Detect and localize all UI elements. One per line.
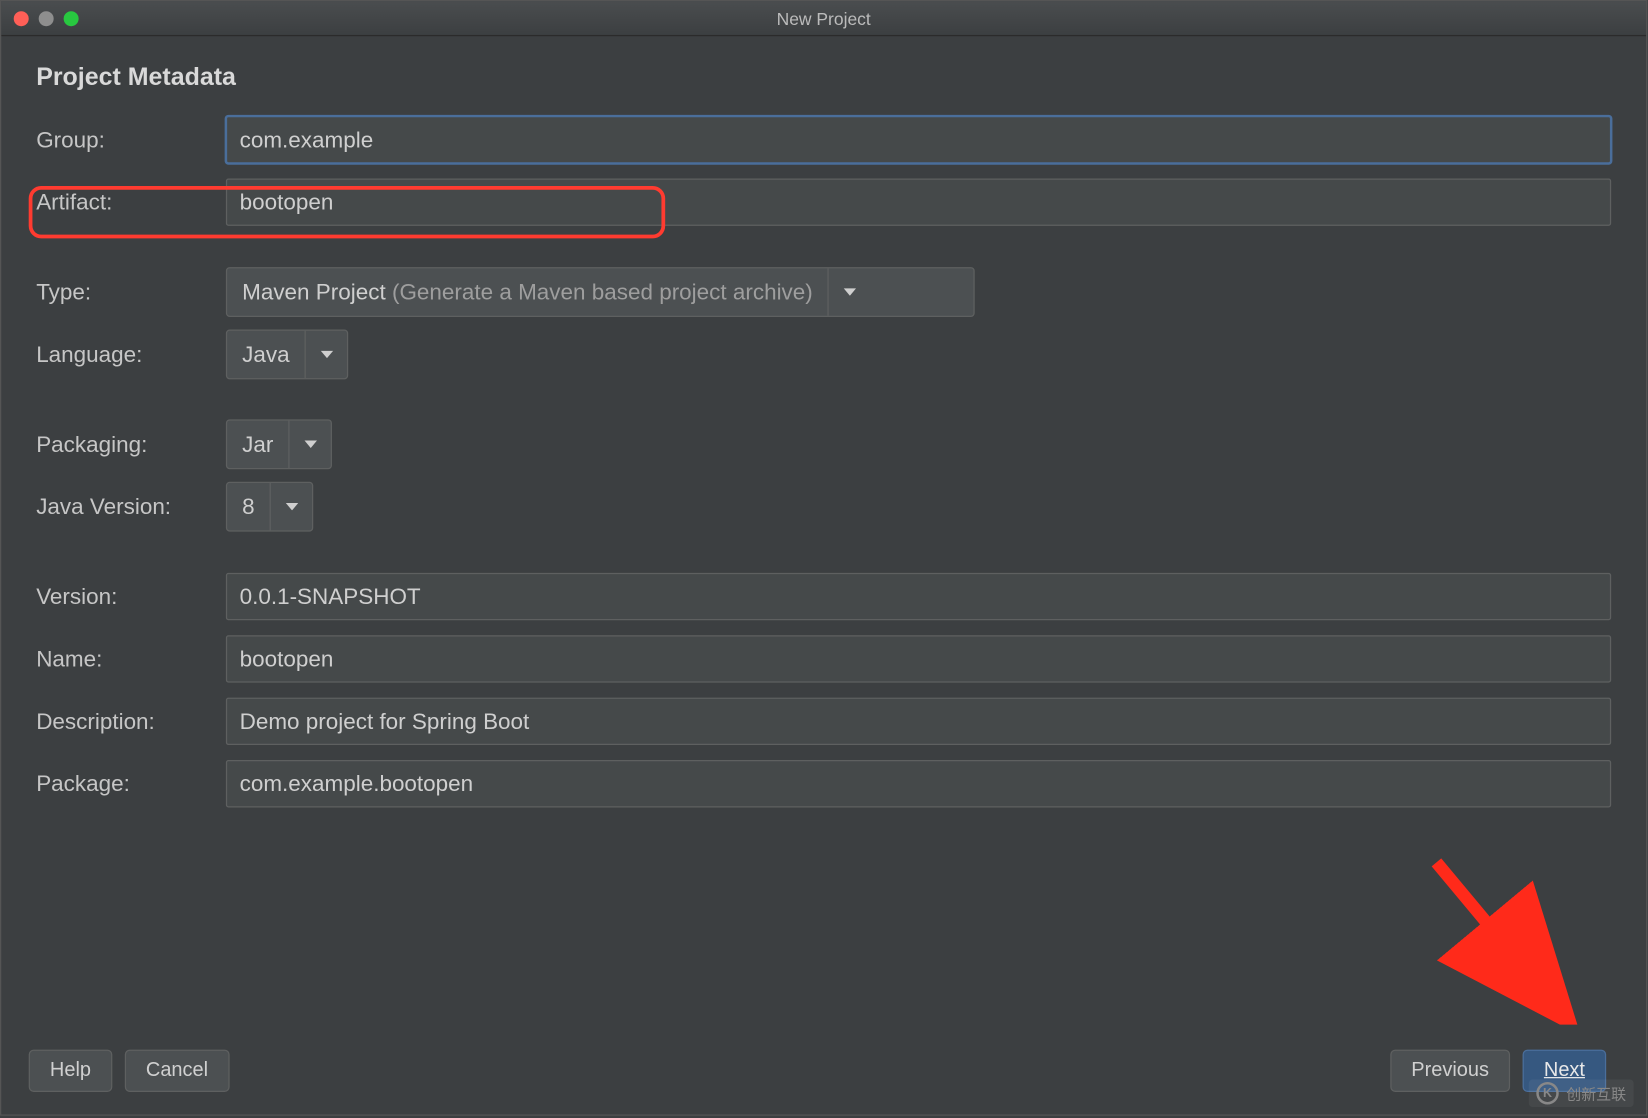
section-title: Project Metadata [36, 64, 1611, 93]
watermark-text: 创新互联 [1566, 1083, 1626, 1104]
label-artifact: Artifact: [36, 189, 226, 215]
footer: Help Cancel Previous Next [1, 1027, 1646, 1114]
close-window-button[interactable] [14, 11, 29, 26]
row-artifact: Artifact: [36, 177, 1611, 227]
artifact-input[interactable] [226, 178, 1611, 225]
previous-button[interactable]: Previous [1390, 1050, 1510, 1092]
label-package: Package: [36, 771, 226, 797]
titlebar: New Project [1, 1, 1646, 36]
new-project-dialog: New Project Project Metadata Group: Arti… [0, 0, 1647, 1116]
watermark: K 创新互联 [1529, 1080, 1634, 1107]
row-package: Package: [36, 759, 1611, 809]
label-group: Group: [36, 127, 226, 153]
row-packaging: Packaging: Jar [36, 419, 1611, 469]
java-version-select[interactable]: 8 [226, 482, 313, 532]
row-java-version: Java Version: 8 [36, 482, 1611, 532]
version-input[interactable] [226, 573, 1611, 620]
label-java-version: Java Version: [36, 494, 226, 520]
annotation-arrow-icon [1424, 850, 1586, 1025]
name-input[interactable] [226, 635, 1611, 682]
row-group: Group: [36, 115, 1611, 165]
form-content: Project Metadata Group: Artifact: Type: … [1, 36, 1646, 809]
label-version: Version: [36, 583, 226, 609]
help-button[interactable]: Help [29, 1050, 112, 1092]
zoom-window-button[interactable] [64, 11, 79, 26]
chevron-down-icon [270, 483, 312, 530]
row-description: Description: [36, 696, 1611, 746]
type-select-value: Maven Project [242, 279, 386, 304]
group-input[interactable] [226, 116, 1611, 163]
language-select-value: Java [227, 341, 304, 367]
java-version-select-value: 8 [227, 494, 269, 520]
row-version: Version: [36, 572, 1611, 622]
label-description: Description: [36, 708, 226, 734]
chevron-down-icon [288, 421, 330, 468]
label-packaging: Packaging: [36, 431, 226, 457]
minimize-window-button[interactable] [39, 11, 54, 26]
type-select[interactable]: Maven Project (Generate a Maven based pr… [226, 267, 975, 317]
label-type: Type: [36, 279, 226, 305]
packaging-select[interactable]: Jar [226, 419, 332, 469]
language-select[interactable]: Java [226, 329, 348, 379]
chevron-down-icon [305, 331, 347, 378]
description-input[interactable] [226, 698, 1611, 745]
label-name: Name: [36, 646, 226, 672]
row-language: Language: Java [36, 329, 1611, 379]
row-name: Name: [36, 634, 1611, 684]
watermark-icon: K [1536, 1082, 1558, 1104]
row-type: Type: Maven Project (Generate a Maven ba… [36, 267, 1611, 317]
label-language: Language: [36, 341, 226, 367]
window-controls [14, 11, 79, 26]
type-select-hint: (Generate a Maven based project archive) [392, 279, 813, 304]
package-input[interactable] [226, 760, 1611, 807]
cancel-button[interactable]: Cancel [125, 1050, 230, 1092]
chevron-down-icon [828, 268, 870, 315]
window-title: New Project [1, 8, 1646, 28]
packaging-select-value: Jar [227, 431, 288, 457]
